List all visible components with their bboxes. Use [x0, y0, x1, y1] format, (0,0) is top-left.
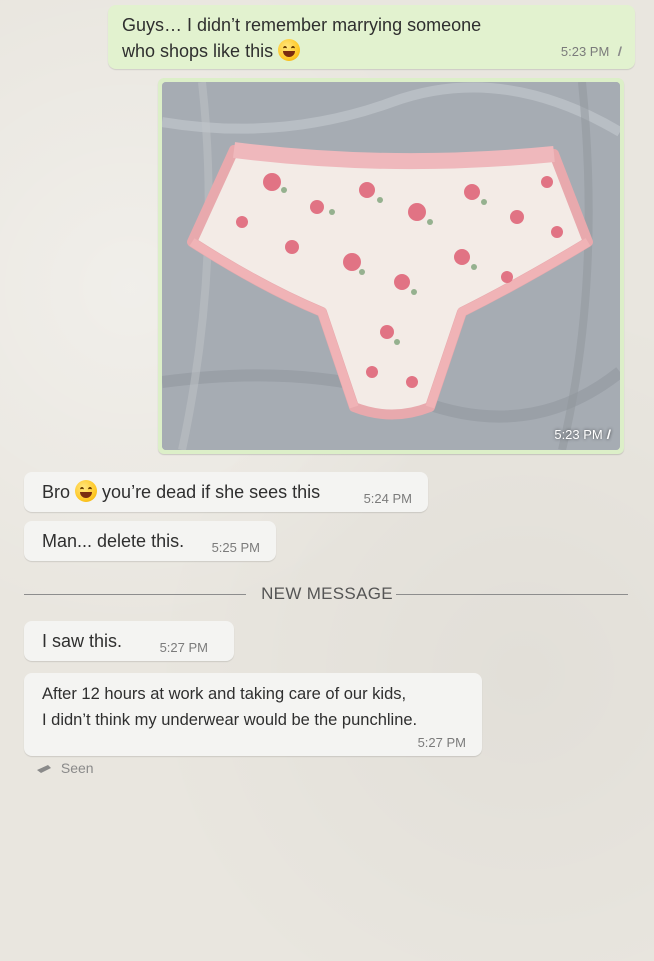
seen-check-icon: [37, 765, 51, 773]
laughing-tears-emoji-icon: [75, 480, 98, 502]
message-bubble-incoming[interactable]: I saw this. 5:27 PM: [24, 621, 234, 661]
underwear-illustration: [162, 82, 620, 450]
message-time: 5:25 PM: [211, 540, 260, 555]
image-message[interactable]: 5:23 PM//: [158, 78, 624, 454]
message-bubble-outgoing[interactable]: Guys… I didn’t remember marrying someone…: [108, 5, 635, 69]
message-meta: 5:23 PM //: [560, 43, 623, 61]
message-time: 5:27 PM: [417, 735, 466, 750]
message-time: 5:24 PM: [363, 491, 412, 506]
message-bubble-incoming[interactable]: Man... delete this. 5:25 PM: [24, 521, 276, 561]
message-bubble-incoming[interactable]: Bro you’re dead if she sees this 5:24 PM: [24, 472, 428, 512]
message-text: After 12 hours at work and taking care o…: [42, 685, 418, 729]
message-text: Bro you’re dead if she sees this: [42, 480, 321, 502]
message-bubble-incoming[interactable]: After 12 hours at work and taking care o…: [24, 673, 482, 756]
message-text: Man... delete this.: [42, 531, 185, 551]
image-time: 5:23 PM//: [554, 427, 611, 442]
floral-underwear-photo[interactable]: 5:23 PM//: [162, 82, 620, 450]
divider-line-right: [396, 594, 628, 595]
message-text: I saw this.: [42, 631, 123, 651]
message-time: 5:23 PM: [560, 44, 610, 59]
grinning-sweat-emoji-icon: [278, 39, 301, 61]
seen-status: Seen: [36, 760, 94, 776]
message-time: 5:27 PM: [159, 640, 208, 655]
message-text: Guys… I didn’t remember marrying someone…: [122, 15, 482, 61]
seen-label: Seen: [60, 760, 94, 776]
read-receipt-icon: //: [617, 44, 623, 59]
